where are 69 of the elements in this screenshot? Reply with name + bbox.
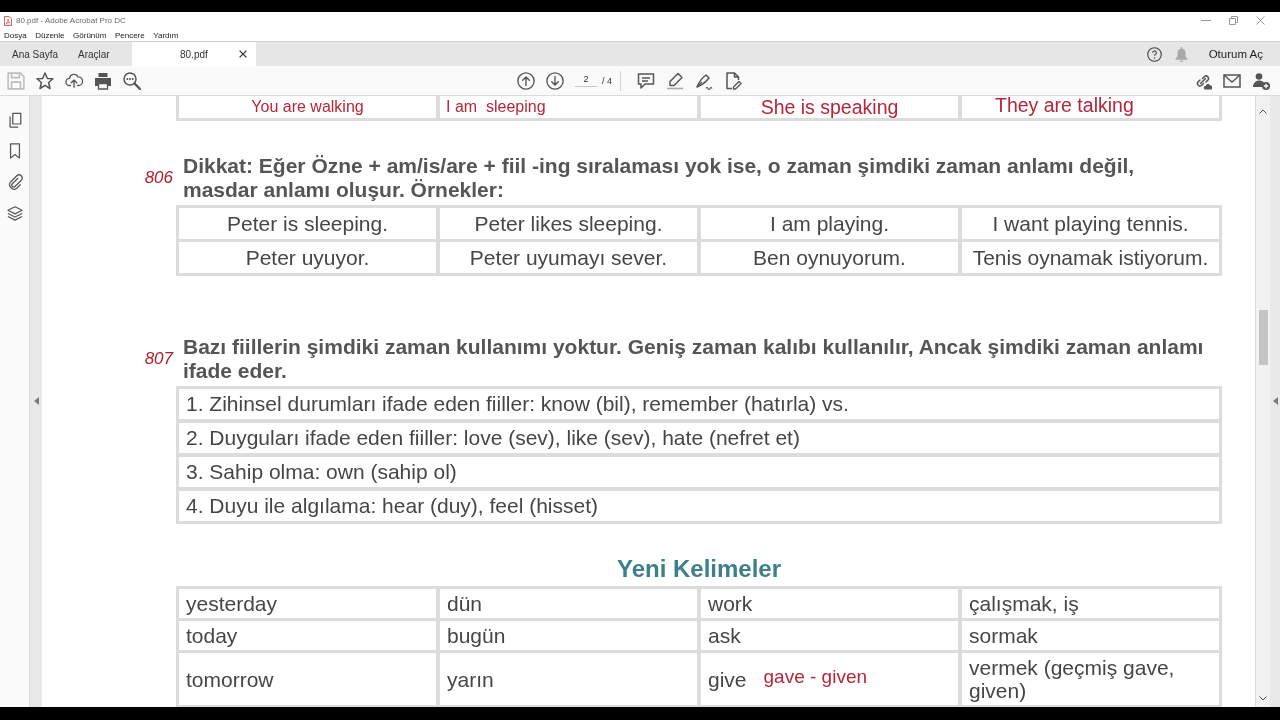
list-item: 2. Duyguları ifade eden fiiller: love (sev), like (sev), hate (nefret et) bbox=[179, 423, 1219, 453]
paperclip-icon[interactable] bbox=[6, 174, 23, 190]
table-cell: You are walking bbox=[179, 96, 436, 118]
table-cell: Peter uyumayı sever. bbox=[440, 242, 697, 273]
table-cell: I am playing. bbox=[701, 208, 958, 239]
window-title: 80.pdf - Adobe Acrobat Pro DC bbox=[16, 16, 126, 25]
page-number-field[interactable]: 2 bbox=[575, 74, 597, 87]
help-icon[interactable] bbox=[1146, 46, 1162, 62]
upload-cloud-icon[interactable] bbox=[65, 71, 83, 90]
comment-icon[interactable] bbox=[637, 71, 655, 90]
inflection-note: gave - given bbox=[763, 665, 868, 688]
pdf-file-icon bbox=[4, 15, 12, 26]
vocabulary-heading: Yeni Kelimeler bbox=[615, 554, 783, 584]
menu-item[interactable]: Görünüm bbox=[73, 30, 107, 40]
table-cell: dün bbox=[440, 589, 697, 618]
tab[interactable]: 80.pdf bbox=[132, 42, 256, 66]
menu-item[interactable]: Yardım bbox=[153, 30, 179, 40]
sign-in-button[interactable]: Oturum Aç bbox=[1208, 48, 1263, 60]
list-item: 4. Duyu ile algılama: hear (duy), feel (hisset) bbox=[179, 491, 1219, 521]
section-number: 806 bbox=[143, 168, 174, 188]
table-cell: Peter likes sleeping. bbox=[440, 208, 697, 239]
vocabulary-word: give bbox=[708, 667, 747, 691]
list-item: 3. Sahip olma: own (sahip ol) bbox=[179, 457, 1219, 487]
table-cell: vermek (geçmiş gave, given) bbox=[962, 653, 1219, 705]
section-heading: Dikkat: Eğer Özne + am/is/are + fiil -ing sıralaması yok ise, o zaman şimdiki zaman anlamı değil, masdar anlamı oluşur. Örnekler: bbox=[182, 154, 1136, 202]
table-cell: I want playing tennis. bbox=[962, 208, 1219, 239]
mail-icon[interactable] bbox=[1223, 71, 1241, 90]
collapse-arrow-icon[interactable] bbox=[33, 396, 39, 405]
pen-nib-icon[interactable] bbox=[695, 71, 713, 90]
table-cell: Ben oynuyorum. bbox=[701, 242, 958, 273]
table-cell: Peter uyuyor. bbox=[179, 242, 436, 273]
table-cell: I am sleeping bbox=[440, 96, 697, 118]
table-cell: work bbox=[701, 589, 958, 618]
section-number: 807 bbox=[143, 349, 175, 369]
search-icon[interactable] bbox=[123, 71, 141, 90]
table-cell: They are talking bbox=[962, 96, 1219, 118]
table-cell: yesterday bbox=[179, 589, 436, 618]
menu-item[interactable]: Dosya bbox=[4, 30, 27, 40]
page-count: / 4 bbox=[602, 75, 612, 86]
print-icon[interactable] bbox=[94, 71, 112, 90]
table-cell: tomorrow bbox=[179, 653, 436, 705]
table-cell: Peter is sleeping. bbox=[179, 208, 436, 239]
add-user-icon[interactable] bbox=[1252, 71, 1270, 90]
pages-icon[interactable] bbox=[6, 112, 23, 128]
scrollbar-thumb[interactable] bbox=[1258, 310, 1268, 365]
table-cell: çalışmak, iş bbox=[962, 589, 1219, 618]
table-cell: ask bbox=[701, 621, 958, 650]
scroll-up-icon[interactable] bbox=[1259, 109, 1267, 114]
menu-item[interactable]: Pencere bbox=[114, 30, 145, 40]
list-item: 1. Zihinsel durumları ifade eden fiiller: know (bil), remember (hatırla) vs. bbox=[179, 389, 1219, 419]
section-heading: Bazı fiillerin şimdiki zaman kullanımı yoktur. Geniş zaman kalıbı kullanılır, Ancak şimdiki zaman anlamı ifade eder. bbox=[182, 335, 1205, 383]
tab[interactable]: Araçlar bbox=[66, 42, 132, 66]
restore-icon[interactable] bbox=[1229, 16, 1238, 25]
highlighter-icon[interactable] bbox=[666, 71, 684, 90]
scrollbar[interactable] bbox=[1256, 96, 1270, 707]
table-cell: today bbox=[179, 621, 436, 650]
menu-item[interactable]: Düzenle bbox=[35, 30, 65, 40]
table-cell: Tenis oynamak istiyorum. bbox=[962, 242, 1219, 273]
close-icon[interactable] bbox=[239, 50, 247, 58]
table-cell: yarın bbox=[440, 653, 697, 705]
layers-icon[interactable] bbox=[6, 205, 23, 221]
collapse-arrow-icon[interactable] bbox=[1272, 396, 1278, 405]
tab[interactable]: Ana Sayfa bbox=[0, 42, 66, 66]
table-cell: sormak bbox=[962, 621, 1219, 650]
table-cell: bugün bbox=[440, 621, 697, 650]
star-icon[interactable] bbox=[36, 71, 54, 90]
scroll-down-icon[interactable] bbox=[1259, 696, 1267, 701]
table-cell: She is speaking bbox=[701, 96, 958, 118]
edit-document-icon[interactable] bbox=[724, 71, 742, 90]
